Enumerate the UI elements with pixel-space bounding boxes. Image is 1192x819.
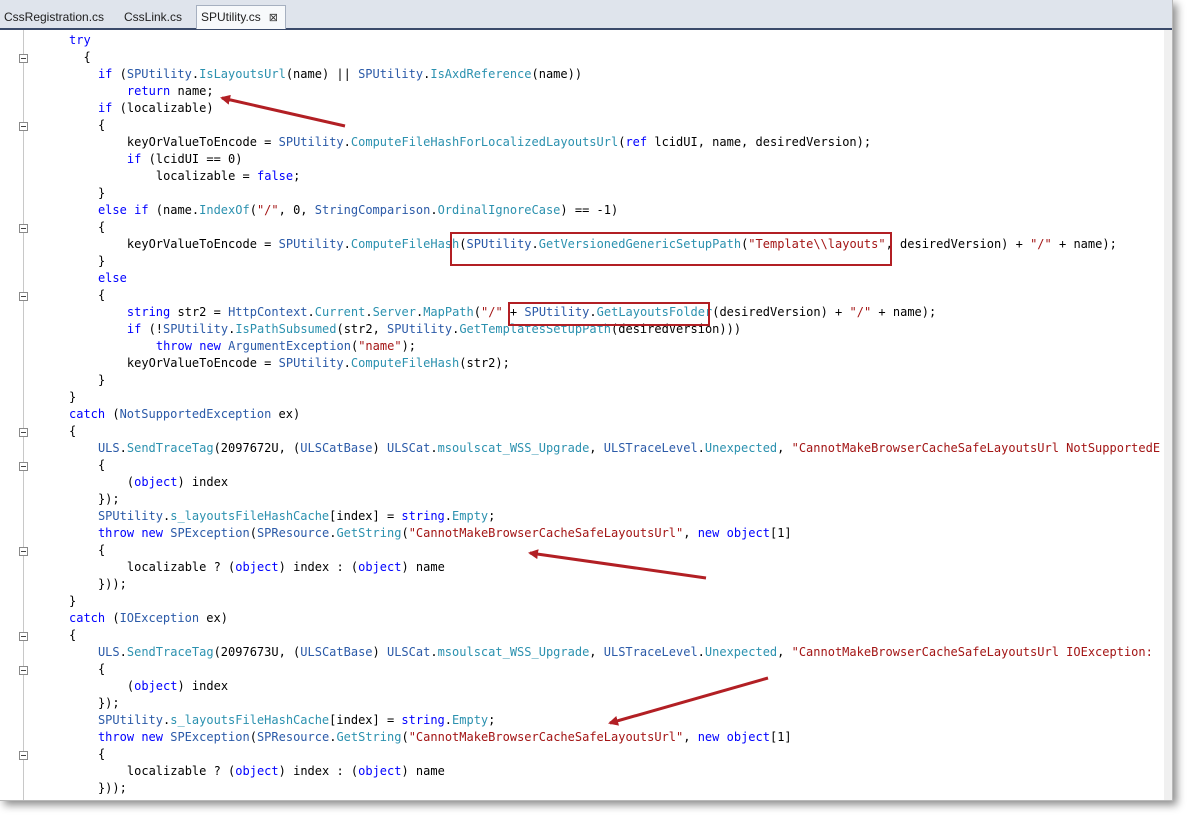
editor-window: CssRegistration.cs CssLink.cs SPUtility.… (0, 0, 1173, 801)
arrow-annotation (608, 676, 769, 726)
arrow-annotation (528, 549, 707, 580)
annotation-arrows (220, 94, 769, 726)
arrow-annotation (220, 94, 346, 128)
